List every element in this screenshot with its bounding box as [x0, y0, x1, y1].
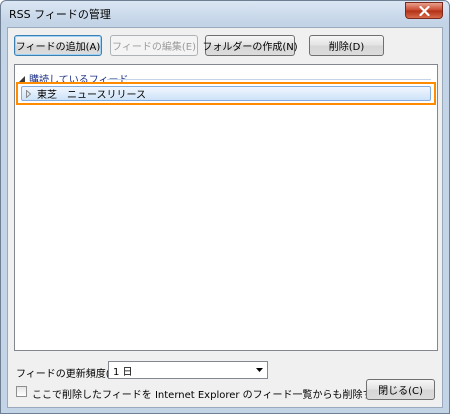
dropdown-arrow-icon	[256, 368, 263, 372]
rss-feed-manager-dialog: RSS フィードの管理 フィードの追加(A) フィードの編集(E) フォルダーの…	[0, 0, 450, 414]
create-folder-button[interactable]: フォルダーの作成(N)	[202, 35, 298, 56]
highlight-box	[16, 82, 436, 105]
remove-from-ie-label[interactable]: ここで削除したフィードを Internet Explorer のフィード一覧から…	[32, 386, 396, 401]
update-frequency-select[interactable]: 1 日	[108, 361, 268, 379]
title-bar[interactable]: RSS フィードの管理	[1, 1, 449, 27]
group-divider	[107, 79, 431, 80]
close-button[interactable]: 閉じる(C)	[366, 379, 435, 400]
edit-feed-button[interactable]: フィードの編集(E)	[110, 35, 198, 56]
add-feed-button[interactable]: フィードの追加(A)	[14, 35, 102, 56]
expanded-triangle-icon	[19, 75, 25, 82]
dialog-content: フィードの追加(A) フィードの編集(E) フォルダーの作成(N) 削除(D) …	[7, 27, 443, 408]
window-close-button[interactable]	[405, 2, 443, 19]
window-title: RSS フィードの管理	[9, 8, 111, 21]
close-icon	[418, 5, 430, 16]
feed-tree[interactable]: 購読しているフィード 東芝 ニュースリリース	[14, 64, 438, 351]
update-frequency-value: 1 日	[113, 366, 133, 378]
delete-button[interactable]: 削除(D)	[309, 35, 384, 56]
remove-from-ie-checkbox[interactable]	[16, 386, 27, 397]
